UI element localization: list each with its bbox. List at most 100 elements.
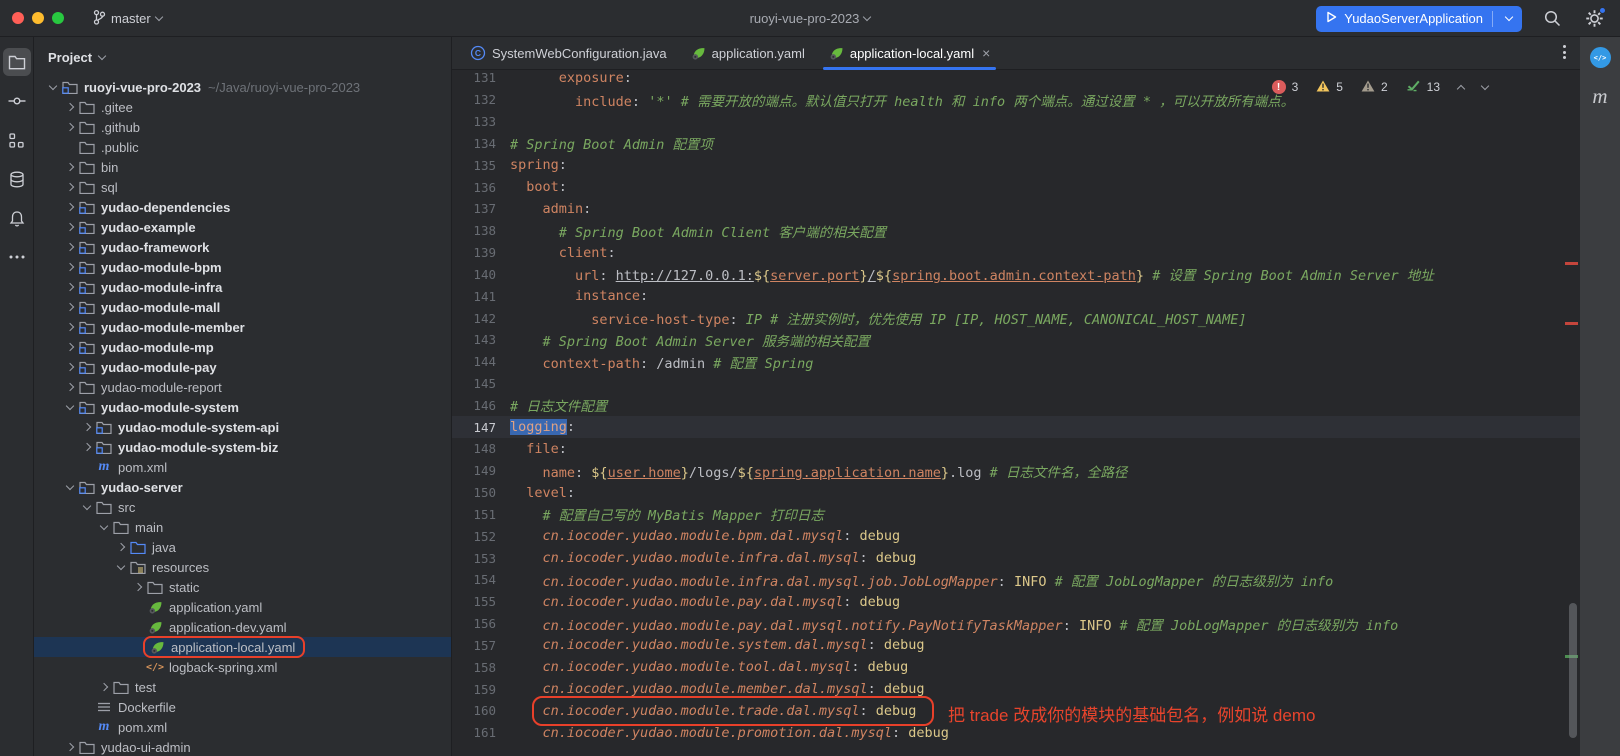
tree-item[interactable]: sql (34, 177, 451, 197)
chevron-down-icon[interactable] (48, 81, 56, 89)
chevron-right-icon[interactable] (65, 363, 73, 371)
tree-item[interactable]: yudao-framework (34, 237, 451, 257)
tree-item[interactable]: yudao-module-member (34, 317, 451, 337)
tree-item[interactable]: mpom.xml (34, 717, 451, 737)
previous-problem-chevron-icon[interactable] (1457, 84, 1465, 92)
code-line[interactable]: 143 # Spring Boot Admin Server 服务端的相关配置 (452, 329, 1580, 351)
chevron-right-icon[interactable] (99, 683, 107, 691)
tree-item[interactable]: yudao-ui-admin (34, 737, 451, 756)
tree-item[interactable]: .github (34, 117, 451, 137)
tree-item[interactable]: application-dev.yaml (34, 617, 451, 637)
chevron-down-icon[interactable] (65, 401, 73, 409)
tree-item[interactable]: yudao-module-system-biz (34, 437, 451, 457)
chevron-right-icon[interactable] (82, 443, 90, 451)
code-line[interactable]: 158 cn.iocoder.yudao.module.tool.dal.mys… (452, 656, 1580, 678)
tree-item[interactable]: yudao-module-mall (34, 297, 451, 317)
chevron-right-icon[interactable] (65, 343, 73, 351)
editor-tab[interactable]: application.yaml (679, 37, 817, 69)
next-problem-chevron-icon[interactable] (1481, 81, 1489, 89)
notifications-bell-icon[interactable] (3, 204, 31, 232)
git-branch-widget[interactable]: master (84, 6, 170, 31)
structure-icon[interactable] (3, 126, 31, 154)
code-line[interactable]: 138 # Spring Boot Admin Client 客户端的相关配置 (452, 220, 1580, 242)
tree-item[interactable]: </>logback-spring.xml (34, 657, 451, 677)
chevron-right-icon[interactable] (82, 423, 90, 431)
code-line[interactable]: 140 url: http://127.0.0.1:${server.port}… (452, 263, 1580, 285)
tree-item[interactable]: yudao-module-bpm (34, 257, 451, 277)
tree-item[interactable]: yudao-module-infra (34, 277, 451, 297)
code-line[interactable]: 152 cn.iocoder.yudao.module.bpm.dal.mysq… (452, 525, 1580, 547)
tree-item[interactable]: yudao-module-pay (34, 357, 451, 377)
code-line[interactable]: 150 level: (452, 482, 1580, 504)
tree-item[interactable]: yudao-module-system (34, 397, 451, 417)
maximize-window-button[interactable] (52, 12, 64, 24)
tree-item[interactable]: yudao-module-system-api (34, 417, 451, 437)
tree-item[interactable]: test (34, 677, 451, 697)
error-stripe-mark[interactable] (1565, 262, 1578, 265)
code-line[interactable]: 144 context-path: /admin # 配置 Spring (452, 351, 1580, 373)
chevron-down-icon[interactable] (99, 521, 107, 529)
chevron-right-icon[interactable] (65, 243, 73, 251)
code-line[interactable]: 157 cn.iocoder.yudao.module.system.dal.m… (452, 635, 1580, 657)
code-line[interactable]: 147logging: (452, 416, 1580, 438)
code-line[interactable]: 141 instance: (452, 285, 1580, 307)
tree-item[interactable]: application-local.yaml (34, 637, 451, 657)
close-icon[interactable]: × (982, 45, 990, 61)
commit-icon[interactable] (3, 87, 31, 115)
chevron-right-icon[interactable] (65, 303, 73, 311)
run-config-dropdown[interactable] (1500, 17, 1518, 20)
tree-item[interactable]: yudao-dependencies (34, 197, 451, 217)
chevron-right-icon[interactable] (133, 583, 141, 591)
settings-gear-button[interactable] (1582, 7, 1606, 31)
minimize-window-button[interactable] (32, 12, 44, 24)
code-line[interactable]: 155 cn.iocoder.yudao.module.pay.dal.mysq… (452, 591, 1580, 613)
tree-item[interactable]: resources (34, 557, 451, 577)
code-line[interactable]: 145 (452, 373, 1580, 395)
ai-assistant-icon[interactable]: </> (1590, 47, 1611, 68)
chevron-down-icon[interactable] (82, 501, 90, 509)
code-editor[interactable]: 131 exposure:132 include: '*' # 需要开放的端点。… (452, 70, 1580, 756)
chevron-right-icon[interactable] (65, 743, 73, 751)
code-line[interactable]: 156 cn.iocoder.yudao.module.pay.dal.mysq… (452, 613, 1580, 635)
project-folder-icon[interactable] (3, 48, 31, 76)
run-configuration-button[interactable]: YudaoServerApplication (1316, 6, 1522, 32)
chevron-down-icon[interactable] (116, 561, 124, 569)
tab-options-kebab-icon[interactable] (1563, 45, 1566, 59)
code-line[interactable]: 151 # 配置自己写的 MyBatis Mapper 打印日志 (452, 504, 1580, 526)
code-line[interactable]: 148 file: (452, 438, 1580, 460)
tree-item[interactable]: static (34, 577, 451, 597)
chevron-right-icon[interactable] (65, 263, 73, 271)
tree-item[interactable]: src (34, 497, 451, 517)
tree-item[interactable]: main (34, 517, 451, 537)
editor-tab[interactable]: CSystemWebConfiguration.java (458, 37, 679, 69)
close-window-button[interactable] (12, 12, 24, 24)
code-line[interactable]: 137 admin: (452, 198, 1580, 220)
tree-item[interactable]: bin (34, 157, 451, 177)
code-line[interactable]: 134# Spring Boot Admin 配置项 (452, 132, 1580, 154)
chevron-right-icon[interactable] (65, 123, 73, 131)
code-line[interactable]: 139 client: (452, 242, 1580, 264)
editor-scrollbar[interactable] (1569, 603, 1577, 738)
tree-item[interactable]: yudao-server (34, 477, 451, 497)
maven-tool-window-icon[interactable]: m (1592, 84, 1607, 109)
tree-item[interactable]: yudao-example (34, 217, 451, 237)
chevron-right-icon[interactable] (65, 103, 73, 111)
tree-item[interactable]: mpom.xml (34, 457, 451, 477)
chevron-right-icon[interactable] (116, 543, 124, 551)
inspections-widget[interactable]: ! 3 5 2 13 (1272, 79, 1488, 95)
chevron-right-icon[interactable] (65, 163, 73, 171)
search-everywhere-button[interactable] (1540, 7, 1564, 31)
code-line[interactable]: 146# 日志文件配置 (452, 394, 1580, 416)
chevron-right-icon[interactable] (65, 203, 73, 211)
chevron-right-icon[interactable] (65, 323, 73, 331)
tree-item[interactable]: java (34, 537, 451, 557)
tree-item[interactable]: ruoyi-vue-pro-2023~/Java/ruoyi-vue-pro-2… (34, 77, 451, 97)
code-line[interactable]: 154 cn.iocoder.yudao.module.infra.dal.my… (452, 569, 1580, 591)
code-line[interactable]: 135spring: (452, 154, 1580, 176)
chevron-right-icon[interactable] (65, 383, 73, 391)
error-stripe-mark[interactable] (1565, 322, 1578, 325)
code-line[interactable]: 153 cn.iocoder.yudao.module.infra.dal.my… (452, 547, 1580, 569)
code-line[interactable]: 133 (452, 111, 1580, 133)
chevron-right-icon[interactable] (65, 223, 73, 231)
chevron-right-icon[interactable] (65, 283, 73, 291)
